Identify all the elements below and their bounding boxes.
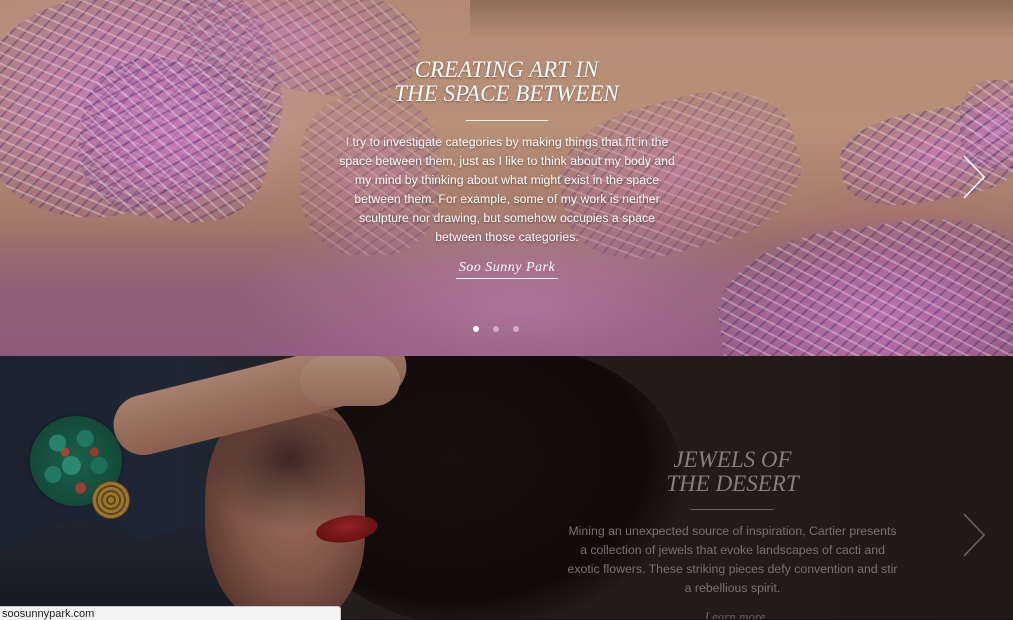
carousel-dot-3[interactable] [513, 326, 519, 332]
carousel-pagination [468, 326, 528, 336]
slide-title-line: THE SPACE BETWEEN [394, 81, 619, 106]
carousel-dot-2[interactable] [493, 326, 499, 332]
slide-description: Mining an unexpected source of inspirati… [567, 524, 898, 595]
slide-title-line: CREATING ART IN [414, 57, 599, 82]
learn-more-link[interactable]: Learn more [690, 609, 780, 619]
title-divider [691, 509, 773, 510]
next-slide-button[interactable] [961, 154, 987, 200]
artist-link[interactable]: Soo Sunny Park [456, 260, 558, 279]
title-divider [466, 120, 548, 121]
slide-title-line: THE DESERT [666, 471, 799, 496]
slide-title: JEWELS OF THE DESERT [580, 448, 885, 496]
carousel-dot-1[interactable] [473, 326, 479, 332]
slide-title-line: JEWELS OF [673, 447, 792, 472]
chevron-right-icon [963, 155, 986, 199]
status-bar-url: soosunnypark.com [0, 606, 341, 620]
chevron-right-icon [963, 513, 986, 557]
slide-description: I try to investigate categories by makin… [339, 135, 675, 244]
status-url-text: soosunnypark.com [2, 608, 95, 620]
hero-slide-art: CREATING ART IN THE SPACE BETWEEN I try … [0, 0, 1013, 356]
slide-title: CREATING ART IN THE SPACE BETWEEN [300, 58, 713, 106]
next-slide-button[interactable] [961, 512, 987, 558]
slide-content: CREATING ART IN THE SPACE BETWEEN I try … [0, 0, 1013, 356]
hero-slide-jewels: JEWELS OF THE DESERT Mining an unexpecte… [0, 356, 1013, 619]
